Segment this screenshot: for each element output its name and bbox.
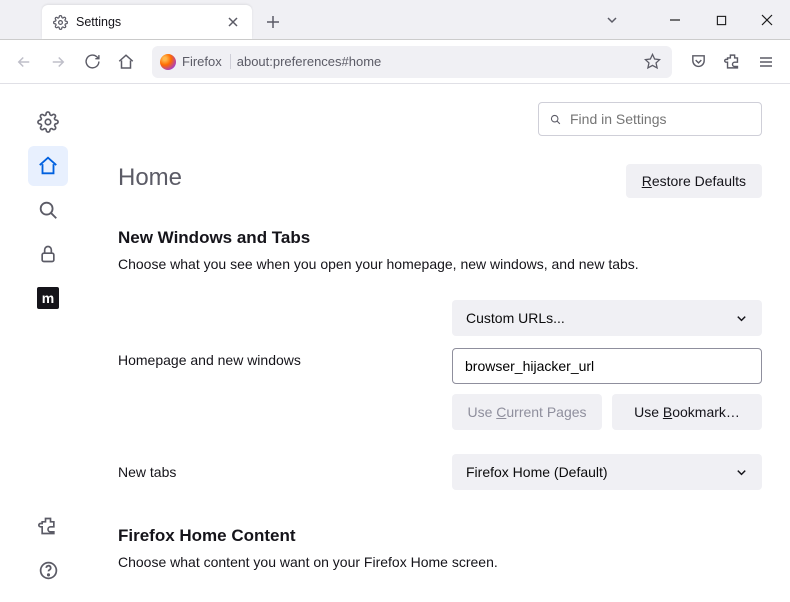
sidebar-item-extensions[interactable] bbox=[28, 506, 68, 546]
page-heading: Home bbox=[118, 164, 182, 192]
app-menu-button[interactable] bbox=[750, 46, 782, 78]
firefox-logo-icon bbox=[160, 54, 176, 70]
sidebar-item-containers[interactable]: m bbox=[28, 278, 68, 318]
reload-button[interactable] bbox=[76, 46, 108, 78]
homepage-mode-value: Custom URLs... bbox=[466, 310, 565, 326]
section-home-content-desc: Choose what content you want on your Fir… bbox=[118, 554, 762, 570]
find-in-settings-input[interactable] bbox=[538, 102, 762, 136]
sidebar-item-help[interactable] bbox=[28, 550, 68, 590]
content-area: m Home Restore Defaults New Windows and … bbox=[0, 84, 790, 602]
navigation-toolbar: Firefox about:preferences#home bbox=[0, 40, 790, 84]
sidebar-item-privacy[interactable] bbox=[28, 234, 68, 274]
url-bar[interactable]: Firefox about:preferences#home bbox=[152, 46, 672, 78]
window-minimize-button[interactable] bbox=[652, 0, 698, 40]
gear-icon bbox=[52, 14, 68, 30]
home-button[interactable] bbox=[110, 46, 142, 78]
identity-label: Firefox bbox=[182, 54, 231, 69]
section-new-windows-title: New Windows and Tabs bbox=[118, 228, 762, 248]
section-home-content-title: Firefox Home Content bbox=[118, 526, 762, 546]
homepage-url-input[interactable] bbox=[452, 348, 762, 384]
bookmark-star-button[interactable] bbox=[640, 50, 664, 74]
pocket-button[interactable] bbox=[682, 46, 714, 78]
search-icon bbox=[549, 112, 562, 127]
restore-defaults-button[interactable]: Restore Defaults bbox=[626, 164, 762, 198]
section-new-windows-desc: Choose what you see when you open your h… bbox=[118, 256, 762, 272]
sidebar-item-general[interactable] bbox=[28, 102, 68, 142]
m-icon: m bbox=[37, 287, 59, 309]
window-titlebar: Settings bbox=[0, 0, 790, 40]
back-button[interactable] bbox=[8, 46, 40, 78]
sidebar-item-home[interactable] bbox=[28, 146, 68, 186]
tab-close-button[interactable] bbox=[224, 13, 242, 31]
new-tab-button[interactable] bbox=[258, 7, 288, 37]
url-text: about:preferences#home bbox=[237, 54, 634, 69]
newtabs-mode-value: Firefox Home (Default) bbox=[466, 464, 608, 480]
newtabs-mode-select[interactable]: Firefox Home (Default) bbox=[452, 454, 762, 490]
window-controls bbox=[592, 0, 790, 40]
tabs-dropdown-button[interactable] bbox=[592, 0, 632, 40]
window-close-button[interactable] bbox=[744, 0, 790, 40]
browser-tab[interactable]: Settings bbox=[42, 5, 252, 39]
forward-button[interactable] bbox=[42, 46, 74, 78]
settings-main: Home Restore Defaults New Windows and Ta… bbox=[96, 84, 790, 602]
chevron-down-icon bbox=[735, 466, 748, 479]
settings-sidebar: m bbox=[0, 84, 96, 602]
sidebar-item-search[interactable] bbox=[28, 190, 68, 230]
homepage-mode-select[interactable]: Custom URLs... bbox=[452, 300, 762, 336]
extensions-button[interactable] bbox=[716, 46, 748, 78]
find-input-field[interactable] bbox=[570, 111, 751, 127]
use-current-pages-button[interactable]: Use Current Pages bbox=[452, 394, 602, 430]
window-maximize-button[interactable] bbox=[698, 0, 744, 40]
newtabs-label: New tabs bbox=[118, 464, 452, 480]
homepage-label: Homepage and new windows bbox=[118, 300, 452, 368]
chevron-down-icon bbox=[735, 312, 748, 325]
tab-title: Settings bbox=[76, 15, 224, 29]
use-bookmark-button[interactable]: Use Bookmark… bbox=[612, 394, 762, 430]
